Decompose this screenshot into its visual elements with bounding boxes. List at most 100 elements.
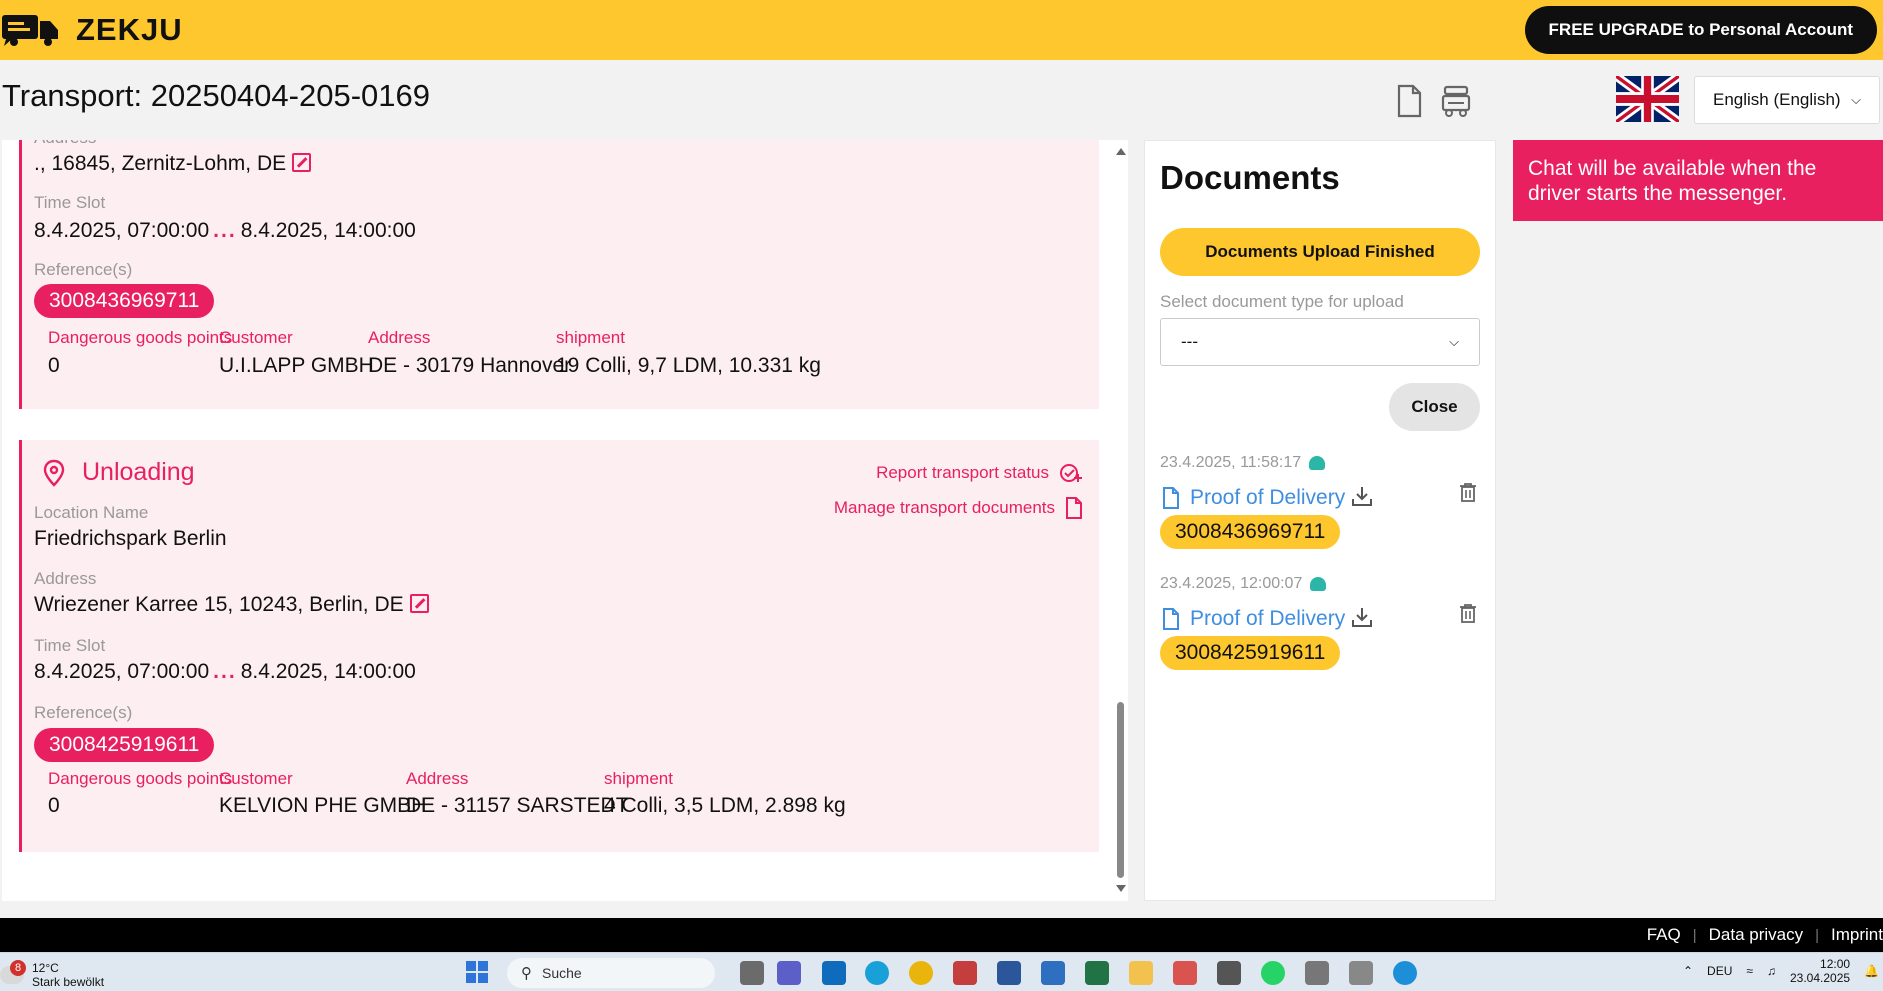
shipment-label: shipment (604, 769, 673, 788)
chevron-down-icon: ⌵ (1449, 334, 1459, 349)
app-icon[interactable] (1393, 961, 1417, 985)
volume-icon[interactable]: ♫ (1767, 964, 1776, 978)
whatsapp-icon[interactable] (1261, 961, 1285, 985)
footer-separator: | (1692, 926, 1697, 944)
task-view-icon[interactable] (740, 961, 764, 985)
scroll-thumb[interactable] (1117, 702, 1124, 878)
language-select-value: English (English) (1713, 90, 1841, 109)
download-icon[interactable] (1351, 606, 1373, 628)
customer-address-label: Address (406, 769, 469, 788)
reference-chip[interactable]: 3008425919611 (34, 728, 215, 762)
shipment-value: 19 Colli, 9,7 LDM, 10.331 kg (556, 354, 821, 377)
bot-icon (1310, 577, 1327, 591)
transport-stops-panel[interactable]: Address ., 16845, Zernitz-Lohm, DE Time … (2, 140, 1128, 901)
notification-bell-icon[interactable]: 🔔 (1864, 964, 1879, 978)
report-transport-status-link[interactable]: Report transport status (876, 462, 1083, 484)
unloading-title: Unloading (82, 458, 195, 486)
close-button[interactable]: Close (1389, 383, 1480, 431)
teams-icon[interactable] (777, 961, 801, 985)
customer-value: U.I.LAPP GMBH (219, 354, 374, 377)
manage-transport-documents-link[interactable]: Manage transport documents (834, 497, 1083, 519)
taskbar-search-label: Suche (542, 965, 582, 981)
scroll-up-arrow-icon[interactable] (1116, 148, 1126, 155)
app-icon[interactable] (1217, 961, 1241, 985)
system-tray: ⌃ DEU ≈ ♫ 12:00 23.04.2025 🔔 (1683, 957, 1883, 985)
external-link-icon[interactable] (292, 153, 312, 172)
title-row: Transport: 20250404-205-0169 English (En… (0, 60, 1883, 140)
status-check-icon (1060, 464, 1082, 482)
unloading-stop-card: Unloading Report transport status Manage… (19, 440, 1099, 852)
address-label: Address (34, 569, 97, 588)
references-label: Reference(s) (34, 260, 133, 279)
document-reference-chip: 3008436969711 (1160, 515, 1341, 549)
printer-icon[interactable] (1349, 961, 1373, 985)
chevron-down-icon: ⌵ (1851, 92, 1861, 107)
brand-name: ZEKJU (76, 12, 183, 47)
bot-icon (1309, 456, 1326, 470)
store-icon[interactable] (1041, 961, 1065, 985)
free-upgrade-button[interactable]: FREE UPGRADE to Personal Account (1524, 6, 1877, 54)
weather-widget[interactable]: 8 12°C Stark bewölkt (0, 960, 105, 989)
uk-flag-icon[interactable] (1616, 76, 1679, 122)
truck-document-icon[interactable] (1440, 84, 1472, 118)
scrollbar[interactable] (1112, 140, 1128, 901)
imprint-link[interactable]: Imprint (1831, 925, 1883, 945)
document-type-label: Select document type for upload (1160, 292, 1404, 311)
outlook-icon[interactable] (822, 961, 846, 985)
customer-value: KELVION PHE GMBH (219, 794, 427, 817)
word-icon[interactable] (997, 961, 1021, 985)
trash-icon[interactable] (1459, 603, 1477, 623)
external-link-icon[interactable] (409, 594, 429, 613)
dangerous-goods-label: Dangerous goods points (48, 769, 233, 788)
weather-condition: Stark bewölkt (32, 975, 105, 989)
excel-icon[interactable] (1085, 961, 1109, 985)
notification-badge: 8 (10, 960, 26, 976)
file-explorer-icon[interactable] (1129, 961, 1153, 985)
app-icon[interactable] (953, 961, 977, 985)
shipment-label: shipment (556, 328, 625, 347)
printer-icon[interactable] (1305, 961, 1329, 985)
dangerous-goods-value: 0 (48, 354, 60, 377)
wifi-icon[interactable]: ≈ (1746, 964, 1753, 978)
file-icon (1163, 608, 1179, 630)
cloud-icon: 8 (0, 960, 26, 984)
document-link[interactable]: Proof of Delivery (1162, 486, 1345, 510)
documents-title: Documents (1160, 159, 1340, 196)
edge-icon[interactable] (865, 961, 889, 985)
top-bar: ZEKJU FREE UPGRADE to Personal Account (0, 0, 1883, 60)
clock[interactable]: 12:00 23.04.2025 (1790, 957, 1850, 985)
chrome-icon[interactable] (909, 961, 933, 985)
references-label: Reference(s) (34, 703, 133, 722)
customer-label: Customer (219, 328, 293, 347)
download-icon[interactable] (1351, 485, 1373, 507)
data-privacy-link[interactable]: Data privacy (1709, 925, 1803, 945)
timeslot-label: Time Slot (34, 636, 106, 655)
document-link[interactable]: Proof of Delivery (1162, 607, 1345, 631)
dangerous-goods-label: Dangerous goods points (48, 328, 233, 347)
address-value: Wriezener Karree 15, 10243, Berlin, DE (34, 593, 429, 617)
customer-address-value: DE - 30179 Hannover (368, 354, 572, 377)
loading-stop-card: Address ., 16845, Zernitz-Lohm, DE Time … (19, 140, 1099, 349)
keyboard-language[interactable]: DEU (1707, 964, 1732, 978)
brand[interactable]: ZEKJU (2, 12, 183, 48)
timeslot-label: Time Slot (34, 193, 106, 212)
taskbar-search[interactable]: ⚲ Suche (507, 958, 715, 988)
address-value: ., 16845, Zernitz-Lohm, DE (34, 152, 312, 176)
windows-start-icon[interactable] (466, 961, 488, 983)
file-icon (1163, 487, 1179, 509)
faq-link[interactable]: FAQ (1647, 925, 1681, 945)
document-icon[interactable] (1393, 84, 1425, 118)
document-type-select-value: --- (1181, 332, 1198, 351)
chevron-up-icon[interactable]: ⌃ (1683, 964, 1693, 978)
snipping-tool-icon[interactable] (1173, 961, 1197, 985)
customer-address-label: Address (368, 328, 431, 347)
address-label: Address (34, 140, 96, 148)
documents-upload-finished-button[interactable]: Documents Upload Finished (1160, 228, 1480, 276)
language-select[interactable]: English (English) ⌵ (1694, 76, 1880, 124)
trash-icon[interactable] (1459, 482, 1477, 502)
page-title: Transport: 20250404-205-0169 (2, 78, 430, 113)
scroll-down-arrow-icon[interactable] (1116, 885, 1126, 892)
footer-separator: | (1815, 926, 1820, 944)
document-type-select[interactable]: --- ⌵ (1160, 318, 1480, 366)
reference-chip[interactable]: 3008436969711 (34, 284, 215, 318)
